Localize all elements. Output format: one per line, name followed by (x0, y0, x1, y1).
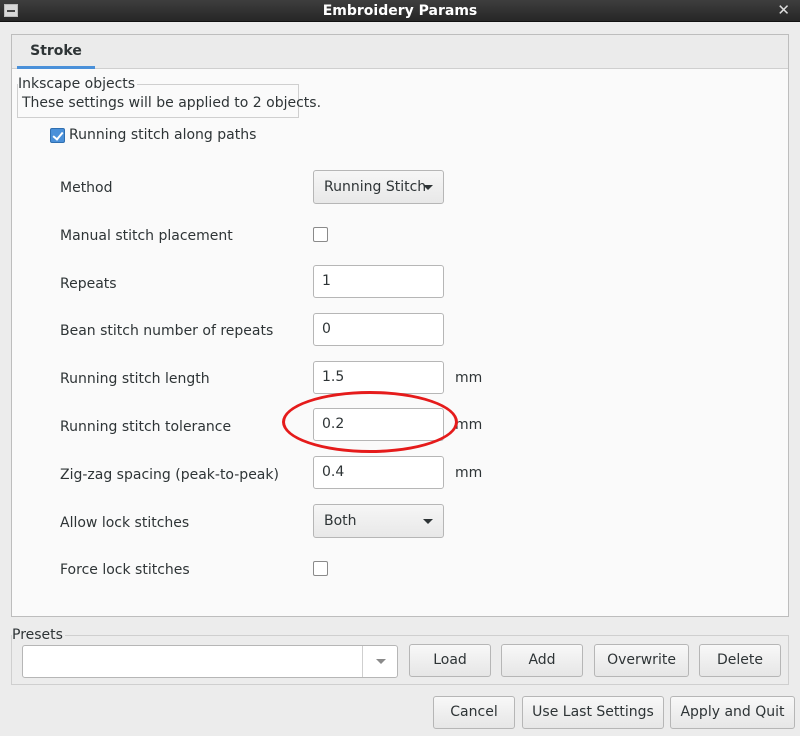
running-stitch-label: Running stitch along paths (69, 127, 257, 143)
inkscape-objects-label: Inkscape objects (18, 76, 138, 92)
use-last-settings-button[interactable]: Use Last Settings (522, 696, 664, 729)
running-stitch-length-label: Running stitch length (60, 371, 210, 387)
allow-lock-stitches-label: Allow lock stitches (60, 515, 190, 531)
running-stitch-length-input[interactable]: 1.5 (313, 361, 444, 394)
preset-combo-divider (362, 646, 363, 677)
load-button[interactable]: Load (409, 644, 491, 677)
chevron-down-icon (423, 185, 433, 190)
bean-stitch-repeats-input[interactable]: 0 (313, 313, 444, 346)
chevron-down-icon (423, 519, 433, 524)
repeats-input[interactable]: 1 (313, 265, 444, 298)
allow-lock-stitches-value: Both (324, 513, 357, 529)
zigzag-spacing-label: Zig-zag spacing (peak-to-peak) (60, 467, 279, 483)
add-button[interactable]: Add (501, 644, 583, 677)
zigzag-spacing-input[interactable]: 0.4 (313, 456, 444, 489)
allow-lock-stitches-dropdown[interactable]: Both (313, 504, 444, 538)
tab-stroke[interactable]: Stroke (17, 35, 95, 69)
title-bar: Embroidery Params ✕ (0, 0, 800, 22)
running-stitch-checkbox[interactable] (50, 128, 65, 143)
overwrite-button[interactable]: Overwrite (594, 644, 689, 677)
force-lock-stitches-checkbox[interactable] (313, 561, 328, 576)
preset-name-combo[interactable] (22, 645, 398, 678)
apply-and-quit-button[interactable]: Apply and Quit (670, 696, 795, 729)
highlight-ellipse (282, 391, 458, 453)
running-stitch-length-unit: mm (455, 370, 483, 386)
force-lock-stitches-label: Force lock stitches (60, 562, 190, 578)
method-dropdown[interactable]: Running Stitch (313, 170, 444, 204)
manual-stitch-placement-checkbox[interactable] (313, 227, 328, 242)
tab-bar: Stroke (12, 35, 788, 69)
method-value: Running Stitch (324, 179, 427, 195)
chevron-down-icon[interactable] (376, 659, 386, 664)
presets-label: Presets (12, 627, 65, 643)
bean-stitch-repeats-label: Bean stitch number of repeats (60, 323, 274, 339)
running-stitch-tolerance-label: Running stitch tolerance (60, 419, 232, 435)
close-icon[interactable]: ✕ (777, 2, 790, 19)
cancel-button[interactable]: Cancel (433, 696, 515, 729)
objects-count-text: These settings will be applied to 2 obje… (22, 95, 322, 111)
delete-button[interactable]: Delete (699, 644, 781, 677)
method-label: Method (60, 180, 113, 196)
running-stitch-tolerance-unit: mm (455, 417, 483, 433)
zigzag-spacing-unit: mm (455, 465, 483, 481)
manual-stitch-placement-label: Manual stitch placement (60, 228, 233, 244)
repeats-label: Repeats (60, 276, 117, 292)
window-title: Embroidery Params (322, 3, 478, 19)
